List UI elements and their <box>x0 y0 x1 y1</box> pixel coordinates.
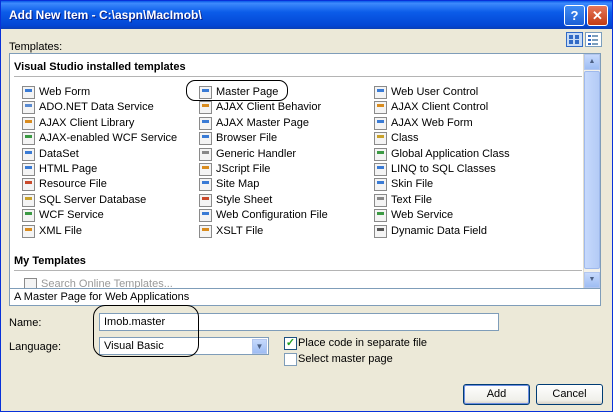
search-online-icon <box>24 278 37 288</box>
template-description: A Master Page for Web Applications <box>9 289 601 306</box>
web-config-icon <box>199 209 212 222</box>
linq-icon <box>374 163 387 176</box>
database-icon <box>22 194 35 207</box>
xml-file-icon <box>22 225 35 238</box>
template-label: Web User Control <box>391 86 479 98</box>
language-label: Language: <box>9 341 61 353</box>
template-label: JScript File <box>216 163 271 175</box>
ajax-control-icon <box>374 101 387 114</box>
template-label: AJAX Client Library <box>39 117 135 129</box>
template-label: LINQ to SQL Classes <box>391 163 496 175</box>
add-new-item-dialog: Add New Item - C:\aspn\MacImob\ ? ✕ Temp… <box>0 0 613 412</box>
dataset-icon <box>22 148 35 161</box>
web-user-control-icon <box>374 86 387 99</box>
templates-label: Templates: <box>9 41 63 53</box>
close-button[interactable]: ✕ <box>587 5 608 26</box>
template-label: Global Application Class <box>391 148 510 160</box>
scroll-up-icon[interactable]: ▲ <box>584 54 600 70</box>
template-label: Resource File <box>39 178 107 190</box>
template-label: XML File <box>39 225 82 237</box>
data-service-icon <box>22 101 35 114</box>
title-bar[interactable]: Add New Item - C:\aspn\MacImob\ ? ✕ <box>1 1 612 29</box>
separate-file-label: Place code in separate file <box>298 337 428 349</box>
template-label: ADO.NET Data Service <box>39 101 154 113</box>
web-service-icon <box>374 209 387 222</box>
template-label: AJAX Web Form <box>391 117 473 129</box>
help-button[interactable]: ? <box>564 5 585 26</box>
ajax-web-form-icon <box>374 117 387 130</box>
template-label: AJAX Client Behavior <box>216 101 322 113</box>
scroll-down-icon[interactable]: ▼ <box>584 272 600 288</box>
template-label: Site Map <box>216 178 260 190</box>
master-page-checkbox[interactable] <box>284 353 297 366</box>
small-icons-view-icon[interactable] <box>585 32 602 47</box>
template-label: Web Form <box>39 86 91 98</box>
template-label: Web Service <box>391 209 454 221</box>
template-label: Text File <box>391 194 432 206</box>
template-label: Class <box>391 132 419 144</box>
template-label: Browser File <box>216 132 278 144</box>
wcf-icon <box>22 209 35 222</box>
master-page-label: Select master page <box>298 353 393 365</box>
generic-handler-icon <box>199 148 212 161</box>
style-sheet-icon <box>199 194 212 207</box>
separate-file-checkbox[interactable]: ✓ <box>284 337 297 350</box>
master-page-highlight <box>186 80 288 101</box>
template-label: AJAX-enabled WCF Service <box>39 132 178 144</box>
web-form-icon <box>22 86 35 99</box>
template-label: HTML Page <box>39 163 98 175</box>
template-label: Skin File <box>391 178 434 190</box>
templates-scrollbar[interactable]: ▲ ▼ <box>583 54 600 288</box>
ajax-master-page-icon <box>199 117 212 130</box>
html-page-icon <box>22 163 35 176</box>
template-label: Style Sheet <box>216 194 273 206</box>
browser-file-icon <box>199 132 212 145</box>
cancel-button[interactable]: Cancel <box>536 384 603 405</box>
template-label: Web Configuration File <box>216 209 328 221</box>
template-label: Dynamic Data Field <box>391 225 487 237</box>
skin-file-icon <box>374 178 387 191</box>
add-button[interactable]: Add <box>463 384 530 405</box>
group-divider <box>14 270 582 271</box>
chevron-down-icon[interactable]: ▼ <box>252 339 267 354</box>
site-map-icon <box>199 178 212 191</box>
ajax-library-icon <box>22 117 35 130</box>
template-label: DataSet <box>39 148 79 160</box>
template-label: AJAX Master Page <box>216 117 309 129</box>
name-label: Name: <box>9 317 42 329</box>
window-title: Add New Item - C:\aspn\MacImob\ <box>9 8 202 22</box>
ajax-behavior-icon <box>199 101 212 114</box>
xslt-file-icon <box>199 225 212 238</box>
text-file-icon <box>374 194 387 207</box>
my-templates-heading: My Templates <box>14 255 86 267</box>
scroll-thumb[interactable] <box>584 71 600 269</box>
name-language-highlight <box>93 305 199 357</box>
resource-file-icon <box>22 178 35 191</box>
template-label: Generic Handler <box>216 148 297 160</box>
jscript-file-icon <box>199 163 212 176</box>
templates-list[interactable]: Visual Studio installed templates Web Fo… <box>9 53 601 289</box>
group-divider <box>14 76 582 77</box>
large-icons-view-icon[interactable] <box>566 32 583 47</box>
dynamic-data-icon <box>374 225 387 238</box>
template-label: XSLT File <box>216 225 264 237</box>
installed-templates-heading: Visual Studio installed templates <box>14 61 186 73</box>
template-label: AJAX Client Control <box>391 101 489 113</box>
class-icon <box>374 132 387 145</box>
global-app-icon <box>374 148 387 161</box>
template-label: WCF Service <box>39 209 104 221</box>
wcf-service-icon <box>22 132 35 145</box>
template-label: SQL Server Database <box>39 194 147 206</box>
